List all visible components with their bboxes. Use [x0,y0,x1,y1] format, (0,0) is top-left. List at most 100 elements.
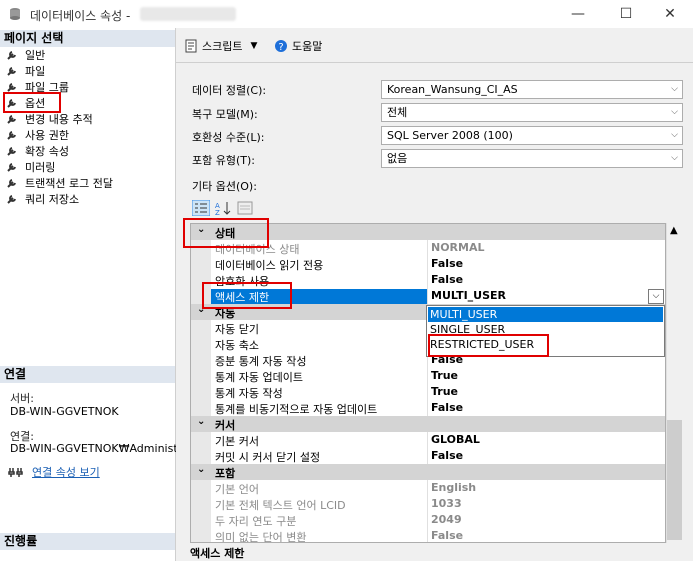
categorized-icon[interactable] [192,200,210,216]
property-name: 의미 없는 단어 변환 [215,531,307,543]
grid-row[interactable]: 기본 커서 GLOBAL [191,432,665,448]
compat-select[interactable]: SQL Server 2008 (100) ⌵ [381,126,683,145]
row-gutter [191,496,211,512]
nav-item-9[interactable]: 쿼리 저장소 [6,191,79,207]
property-value[interactable]: False [431,449,463,462]
toolbar-divider [176,62,693,63]
redacted-db-name [140,7,236,21]
connection-value: DB-WIN-GGVETNOK₩Administra [10,442,189,455]
collation-select[interactable]: Korean_Wansung_CI_AS ⌵ [381,80,683,99]
help-button[interactable]: ? 도움말 [274,38,322,54]
property-grid[interactable]: ⌄ 상태 데이터베이스 상태 NORMAL 데이터베이스 읽기 전용 False 암호화 사… [190,223,666,543]
nav-item-label: 확장 속성 [25,145,69,158]
property-value[interactable]: English [431,481,476,494]
nav-item-4[interactable]: 변경 내용 추적 [6,111,93,127]
column-separator [427,368,428,384]
grid-row[interactable]: 통계 자동 작성 True [191,384,665,400]
grid-row[interactable]: 통계를 비동기적으로 자동 업데이트 False [191,400,665,416]
row-gutter [191,400,211,416]
script-button[interactable]: 스크립트 ▼ [184,38,257,54]
collation-value: Korean_Wansung_CI_AS [387,83,518,96]
property-name: 통계 자동 업데이트 [215,371,303,384]
property-value[interactable]: 2049 [431,513,462,526]
collapse-chevron-icon[interactable]: ⌄ [197,416,205,427]
recovery-select[interactable]: 전체 ⌵ [381,103,683,122]
grid-category[interactable]: ⌄ 포함 [191,464,665,480]
nav-item-0[interactable]: 일반 [6,47,45,63]
page-select-header: 페이지 선택 [0,30,175,47]
view-conn-props-link[interactable]: 연결 속성 보기 [32,464,100,480]
grid-row[interactable]: 데이터베이스 읽기 전용 False [191,256,665,272]
progress-header: 진행률 [0,533,175,550]
svg-text:Z: Z [215,209,220,216]
dropdown-option[interactable]: MULTI_USER [428,307,663,322]
row-gutter [191,480,211,496]
chevron-down-icon[interactable]: ⌵ [648,289,664,304]
property-name: 기본 커서 [215,435,259,448]
property-value[interactable]: 1033 [431,497,462,510]
column-separator [427,448,428,464]
nav-item-label: 미러링 [25,161,56,174]
nav-item-7[interactable]: 미러링 [6,159,55,175]
chevron-down-icon: ⌵ [671,84,678,94]
column-separator [427,384,428,400]
property-value[interactable]: False [431,257,463,270]
nav-item-label: 일반 [25,49,46,62]
column-separator [427,240,428,256]
grid-row[interactable]: 기본 전체 텍스트 언어 LCID 1033 [191,496,665,512]
property-value[interactable]: False [431,529,463,542]
wrench-icon [6,145,18,157]
property-value[interactable]: NORMAL [431,241,485,254]
property-name: 데이터베이스 읽기 전용 [215,259,324,272]
sort-alphabetical-icon[interactable]: AZ [214,200,232,216]
script-icon [185,39,197,53]
row-gutter [191,384,211,400]
grid-row[interactable]: 두 자리 연도 구분 2049 [191,512,665,528]
nav-item-6[interactable]: 확장 속성 [6,143,69,159]
row-gutter [191,256,211,272]
column-separator [427,480,428,496]
column-separator [427,496,428,512]
containment-select[interactable]: 없음 ⌵ [381,149,683,168]
minimize-button[interactable]: — [555,0,601,28]
property-pages-icon[interactable] [236,200,254,216]
scroll-up-icon[interactable]: ▲ [670,225,678,236]
window-title: 데이터베이스 속성 - [30,9,131,23]
property-value[interactable]: True [431,369,458,382]
column-separator [427,288,428,304]
wrench-icon [6,193,18,205]
close-button[interactable]: ✕ [647,0,693,28]
property-value[interactable]: False [431,273,463,286]
grid-row[interactable]: 기본 언어 English [191,480,665,496]
grid-row[interactable]: 커밋 시 커서 닫기 설정 False [191,448,665,464]
server-value: DB-WIN-GGVETNOK [10,405,119,418]
column-separator [427,400,428,416]
nav-item-1[interactable]: 파일 [6,63,45,79]
collapse-chevron-icon[interactable]: ⌄ [197,464,205,475]
script-label: 스크립트 [202,40,243,53]
property-value[interactable]: False [431,401,463,414]
row-gutter [191,448,211,464]
grid-category[interactable]: ⌄ 커서 [191,416,665,432]
property-name: 기본 전체 텍스트 언어 LCID [215,499,346,512]
nav-item-label: 변경 내용 추적 [25,113,93,126]
containment-value: 없음 [387,152,408,165]
nav-item-8[interactable]: 트랜잭션 로그 전달 [6,175,113,191]
connection-icon [8,468,23,477]
property-value[interactable]: GLOBAL [431,433,480,446]
property-name: 자동 닫기 [215,323,259,336]
wrench-icon [6,177,18,189]
nav-item-5[interactable]: 사용 권한 [6,127,69,143]
row-gutter [191,320,211,336]
chevron-down-icon[interactable]: ▼ [250,41,257,51]
property-value[interactable]: True [431,385,458,398]
maximize-button[interactable]: ☐ [603,0,649,28]
grid-row[interactable]: 통계 자동 업데이트 True [191,368,665,384]
view-connection-properties[interactable]: 연결 속성 보기 [8,464,100,480]
grid-scroll-thumb[interactable] [667,420,682,540]
highlight-access-restriction [202,282,292,309]
grid-row[interactable]: 의미 없는 단어 변환 False [191,528,665,543]
property-value[interactable]: MULTI_USER [431,289,506,302]
highlight-state-category [183,218,269,248]
wrench-icon [6,49,18,61]
